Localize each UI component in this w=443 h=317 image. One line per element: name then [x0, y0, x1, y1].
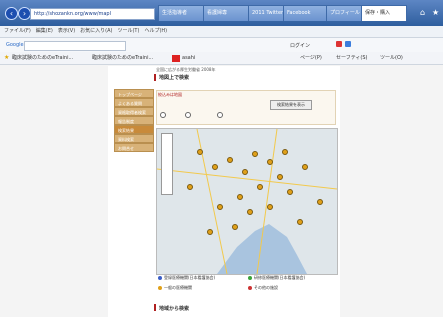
- favorite-link-1[interactable]: 臨床試験のためのeTraini...: [12, 53, 73, 63]
- sidebar-item-search[interactable]: 資格取得者検索: [114, 107, 154, 116]
- radio-2[interactable]: [185, 112, 191, 118]
- legend-blue-icon: [158, 276, 162, 280]
- map-pin[interactable]: [267, 204, 273, 210]
- address-bar[interactable]: http://shozankn.org/www/mapl: [30, 8, 155, 20]
- toolbar-red-icon[interactable]: [336, 41, 342, 47]
- map-pin[interactable]: [212, 164, 218, 170]
- tab-2[interactable]: 看護婦専: [203, 5, 251, 21]
- favorites-star-icon[interactable]: ★: [4, 54, 9, 61]
- tab-5[interactable]: プロフィール: [326, 5, 364, 21]
- map-pin[interactable]: [317, 199, 323, 205]
- safety-menu[interactable]: セーフティ(S): [336, 53, 367, 63]
- map-pin[interactable]: [302, 164, 308, 170]
- star-icon[interactable]: ★: [432, 8, 439, 17]
- heading-marker: [154, 74, 156, 81]
- sidebar-item-report[interactable]: 報告制度: [114, 116, 154, 125]
- legend-green-icon: [248, 276, 252, 280]
- footer-heading-marker: [154, 304, 156, 311]
- login-link[interactable]: ログイン: [290, 42, 310, 49]
- search-map[interactable]: [156, 128, 338, 275]
- map-pin[interactable]: [252, 151, 258, 157]
- tab-1[interactable]: 生活指導者: [158, 5, 206, 21]
- section-title: 地図上で検索: [159, 75, 190, 81]
- form-title: 絞込みは地図: [158, 92, 182, 97]
- map-pin[interactable]: [297, 219, 303, 225]
- search-label: Google: [6, 42, 24, 48]
- map-pin[interactable]: [257, 184, 263, 190]
- radio-3[interactable]: [217, 112, 223, 118]
- favorite-link-2[interactable]: 臨床試験のためのeTraini...: [92, 53, 153, 63]
- search-button[interactable]: 検索結果を表示: [270, 100, 312, 110]
- map-pin[interactable]: [282, 149, 288, 155]
- map-pin[interactable]: [237, 194, 243, 200]
- tab-active[interactable]: 保存・購入: [361, 5, 407, 21]
- map-pin[interactable]: [232, 224, 238, 230]
- map-pin[interactable]: [217, 204, 223, 210]
- home-icon[interactable]: ⌂: [420, 8, 425, 17]
- legend-orange-icon: [158, 286, 162, 290]
- map-pin[interactable]: [207, 229, 213, 235]
- sidebar-item-contact[interactable]: お問合せ: [114, 143, 154, 152]
- toolbar-blue-icon[interactable]: [345, 41, 351, 47]
- map-pin[interactable]: [187, 184, 193, 190]
- legend-red-icon: [248, 286, 252, 290]
- legend-item-4: その他の施設: [254, 285, 278, 290]
- map-pin[interactable]: [267, 159, 273, 165]
- map-pin[interactable]: [242, 169, 248, 175]
- page-menu[interactable]: ページ(P): [300, 53, 322, 63]
- map-pin[interactable]: [197, 149, 203, 155]
- radio-1[interactable]: [160, 112, 166, 118]
- search-input[interactable]: [24, 41, 126, 51]
- sidebar-item-results[interactable]: 検索結果: [114, 125, 154, 134]
- sidebar-item-documents[interactable]: 資料検索: [114, 134, 154, 143]
- map-pin[interactable]: [287, 189, 293, 195]
- sidebar-item-top[interactable]: トップページ: [114, 89, 154, 98]
- asahi-icon: [172, 55, 180, 62]
- map-water: [157, 129, 337, 274]
- legend-item-3: 一般の医療機関: [164, 285, 192, 290]
- site-header: 全国に広がる厚生労働省 2008年: [156, 67, 216, 72]
- sidebar-item-faq[interactable]: よくある質問: [114, 98, 154, 107]
- favorite-link-3[interactable]: asahi: [182, 53, 195, 63]
- legend-item-2: 研修医療機関(日本看護協会): [254, 275, 306, 280]
- footer-title: 地域から検索: [159, 306, 190, 312]
- back-icon[interactable]: ‹: [5, 7, 18, 20]
- tab-3[interactable]: 2011 Twitter: [248, 5, 286, 21]
- map-pin[interactable]: [227, 157, 233, 163]
- map-pin[interactable]: [277, 174, 283, 180]
- legend-item-1: 登録医療機関(日本看護協会): [164, 275, 216, 280]
- tools-menu[interactable]: ツール(O): [380, 53, 403, 63]
- menu-bar[interactable]: ファイル(F) 編集(E) 表示(V) お気に入り(A) ツール(T) ヘルプ(…: [0, 26, 443, 38]
- tab-4[interactable]: Facebook: [283, 5, 329, 21]
- zoom-control[interactable]: [161, 133, 173, 195]
- map-pin[interactable]: [247, 209, 253, 215]
